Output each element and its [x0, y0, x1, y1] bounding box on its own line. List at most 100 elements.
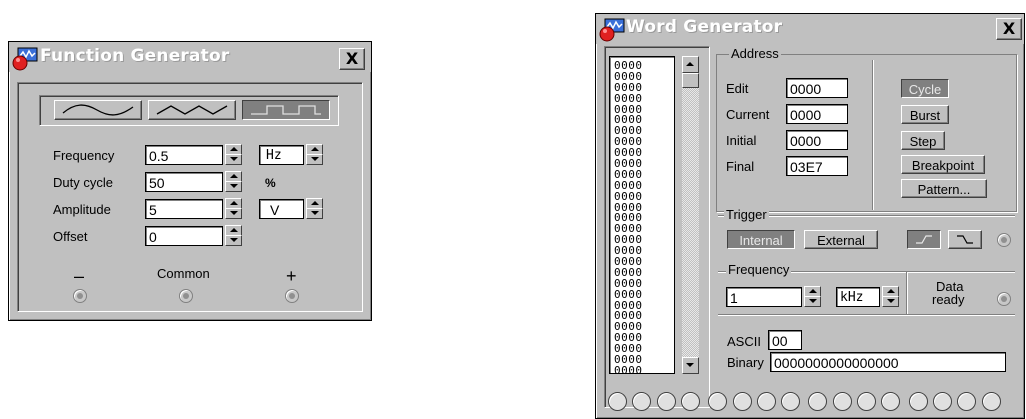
plus-terminal[interactable] [285, 289, 299, 303]
amplitude-stepper[interactable] [225, 198, 242, 219]
output-bit-terminal[interactable] [832, 392, 852, 411]
rising-edge-button[interactable] [907, 230, 941, 249]
window-title: Function Generator [40, 46, 230, 66]
internal-trigger-button[interactable]: Internal [727, 230, 795, 249]
cycle-button[interactable]: Cycle [901, 79, 949, 98]
frequency-unit-field[interactable]: Hz [259, 145, 304, 165]
output-bit-terminal[interactable] [957, 392, 977, 411]
frequency-input[interactable]: 1 [726, 287, 802, 307]
duty-cycle-label: Duty cycle [53, 175, 113, 190]
data-ready-label-line2: ready [932, 292, 965, 307]
output-bit-terminal[interactable] [908, 392, 928, 411]
memory-scrollbar[interactable] [682, 56, 699, 374]
binary-field[interactable]: 0000000000000000 [770, 352, 1006, 372]
duty-down-button[interactable] [225, 181, 242, 192]
output-bit-terminal[interactable] [632, 392, 652, 411]
amplitude-input[interactable]: 5 [145, 199, 223, 219]
ascii-label: ASCII [727, 334, 761, 349]
ascii-field[interactable]: 00 [768, 330, 802, 350]
current-address-field: 0000 [786, 104, 848, 124]
scroll-down-button[interactable] [682, 357, 699, 374]
rising-edge-icon [916, 235, 932, 244]
amplitude-label: Amplitude [53, 202, 111, 217]
data-ready-divider [906, 272, 907, 314]
frequency-caption: Frequency [726, 262, 792, 277]
initial-address-input[interactable]: 0000 [786, 130, 848, 150]
output-bit-terminals [596, 388, 1024, 416]
initial-label: Initial [726, 133, 757, 148]
output-bit-terminal[interactable] [708, 392, 728, 411]
output-bit-terminal[interactable] [881, 392, 901, 411]
output-bit-terminal[interactable] [656, 392, 676, 411]
duty-cycle-unit: % [265, 176, 276, 190]
output-bit-terminal[interactable] [808, 392, 828, 411]
burst-button[interactable]: Burst [901, 105, 949, 124]
minus-terminal-label: – [74, 266, 85, 286]
amplitude-unit-field[interactable]: V [259, 199, 304, 219]
external-trigger-button[interactable]: External [804, 230, 878, 249]
duty-cycle-stepper[interactable] [225, 171, 242, 192]
data-ready-terminal[interactable] [997, 292, 1011, 306]
scroll-up-button[interactable] [682, 56, 699, 73]
freq-unit-down-button[interactable] [882, 296, 899, 307]
square-wave-button[interactable] [242, 100, 330, 120]
memory-word-row[interactable]: 0000 [614, 365, 674, 373]
close-icon: X [345, 49, 359, 68]
close-button[interactable]: X [339, 48, 365, 70]
final-label: Final [726, 159, 755, 174]
title-bar[interactable]: Word Generator X [596, 14, 1024, 44]
memory-word-list[interactable]: 0000 0000 0000 0000 0000 0000 0000 0000 0000 0000… [609, 56, 675, 374]
amplitude-down-button[interactable] [225, 208, 242, 219]
trigger-caption: Trigger [724, 207, 769, 222]
output-bit-terminal[interactable] [732, 392, 752, 411]
freq-down-button[interactable] [804, 296, 821, 307]
frequency-down-button[interactable] [225, 154, 242, 165]
triangle-wave-button[interactable] [148, 100, 236, 120]
close-button[interactable]: X [996, 18, 1022, 40]
output-bit-terminal[interactable] [981, 392, 1001, 411]
final-address-input[interactable]: 03E7 [786, 156, 848, 176]
output-bit-terminal[interactable] [756, 392, 776, 411]
offset-stepper[interactable] [225, 225, 242, 246]
frequency-stepper[interactable] [804, 286, 821, 307]
amp-unit-down-button[interactable] [306, 208, 323, 219]
offset-label: Offset [53, 229, 88, 244]
offset-input[interactable]: 0 [145, 226, 223, 246]
output-bit-terminal[interactable] [680, 392, 700, 411]
unit-down-button[interactable] [306, 154, 323, 165]
common-terminal-label: Common [157, 266, 210, 281]
scroll-thumb[interactable] [682, 73, 699, 88]
frequency-unit-field[interactable]: kHz [836, 287, 880, 307]
amplitude-unit-stepper[interactable] [306, 198, 323, 219]
common-terminal[interactable] [179, 289, 193, 303]
output-bit-terminal[interactable] [608, 392, 627, 411]
pattern-button[interactable]: Pattern... [901, 179, 987, 198]
frequency-label: Frequency [53, 148, 115, 163]
falling-edge-button[interactable] [948, 230, 982, 249]
breakpoint-button[interactable]: Breakpoint [901, 155, 985, 174]
title-bar[interactable]: Function Generator X [9, 42, 371, 72]
frequency-unit-stepper[interactable] [882, 286, 899, 307]
app-icon [599, 18, 625, 42]
offset-down-button[interactable] [225, 235, 242, 246]
edit-label: Edit [726, 81, 749, 96]
binary-label: Binary [727, 355, 764, 370]
frequency-input[interactable]: 0.5 [145, 145, 223, 165]
minus-terminal[interactable] [73, 289, 87, 303]
trigger-terminal[interactable] [997, 233, 1011, 247]
word-generator-window: Word Generator X 0000 0000 0000 0000 0000 000… [595, 13, 1025, 419]
address-divider [872, 60, 873, 210]
app-icon [12, 47, 38, 71]
frequency-stepper[interactable] [225, 144, 242, 165]
sine-wave-button[interactable] [54, 100, 142, 120]
square-wave-icon [251, 105, 321, 115]
output-bit-terminal[interactable] [857, 392, 876, 411]
frequency-unit-stepper[interactable] [306, 144, 323, 165]
duty-cycle-input[interactable]: 50 [145, 172, 223, 192]
current-label: Current [726, 107, 770, 122]
output-bit-terminal[interactable] [932, 392, 952, 411]
edit-address-input[interactable]: 0000 [786, 78, 848, 98]
output-bit-terminal[interactable] [781, 392, 801, 411]
step-button[interactable]: Step [901, 131, 945, 150]
function-generator-window: Function Generator X Frequency 0.5 Hz Du… [8, 41, 372, 321]
